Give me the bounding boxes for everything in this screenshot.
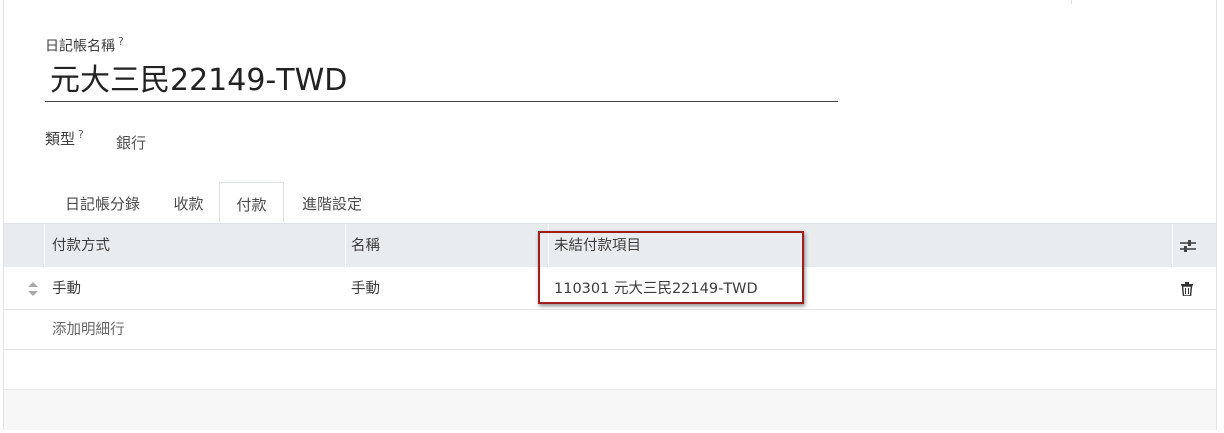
column-separator: [548, 224, 549, 267]
add-line-link[interactable]: 添加明細行: [52, 310, 125, 350]
help-icon[interactable]: ?: [118, 35, 124, 48]
empty-row: [4, 390, 1216, 430]
payment-method-cell[interactable]: 手動: [52, 267, 81, 311]
type-value[interactable]: 銀行: [116, 132, 146, 153]
sort-handle-icon[interactable]: [28, 282, 38, 296]
column-separator: [1172, 224, 1173, 267]
column-separator: [44, 224, 45, 267]
table-header: 付款方式 名稱 未結付款項目: [4, 223, 1216, 267]
type-label-text: 類型: [45, 130, 76, 148]
help-icon[interactable]: ?: [78, 128, 84, 141]
column-header-name[interactable]: 名稱: [351, 224, 380, 268]
notebook-tabs: 日記帳分錄 收款 付款 進階設定: [4, 182, 1216, 223]
column-separator: [345, 224, 346, 267]
top-divider: [1071, 0, 1072, 4]
sliders-icon[interactable]: [1180, 239, 1196, 253]
tab-outgoing-payments[interactable]: 付款: [219, 182, 284, 223]
trash-icon[interactable]: [1180, 282, 1194, 296]
name-cell[interactable]: 手動: [351, 267, 380, 311]
type-label: 類型?: [45, 128, 84, 149]
empty-row: [4, 350, 1216, 390]
column-header-outstanding-account[interactable]: 未結付款項目: [554, 224, 641, 268]
table-row[interactable]: 手動 手動 110301 元大三民22149-TWD: [4, 267, 1216, 310]
column-header-payment-method[interactable]: 付款方式: [52, 224, 110, 268]
tab-incoming-payments[interactable]: 收款: [158, 182, 219, 223]
tab-journal-entries[interactable]: 日記帳分錄: [47, 182, 158, 223]
outstanding-account-cell[interactable]: 110301 元大三民22149-TWD: [554, 267, 758, 311]
journal-name-label-text: 日記帳名稱: [45, 38, 115, 55]
journal-name-label: 日記帳名稱?: [45, 35, 124, 56]
journal-name-input[interactable]: 元大三民22149-TWD: [45, 60, 838, 102]
form-sheet: 日記帳名稱? 元大三民22149-TWD 類型? 銀行 日記帳分錄 收款 付款 …: [3, 0, 1217, 430]
tab-advanced-settings[interactable]: 進階設定: [284, 182, 380, 223]
add-line-row: 添加明細行: [4, 310, 1216, 350]
